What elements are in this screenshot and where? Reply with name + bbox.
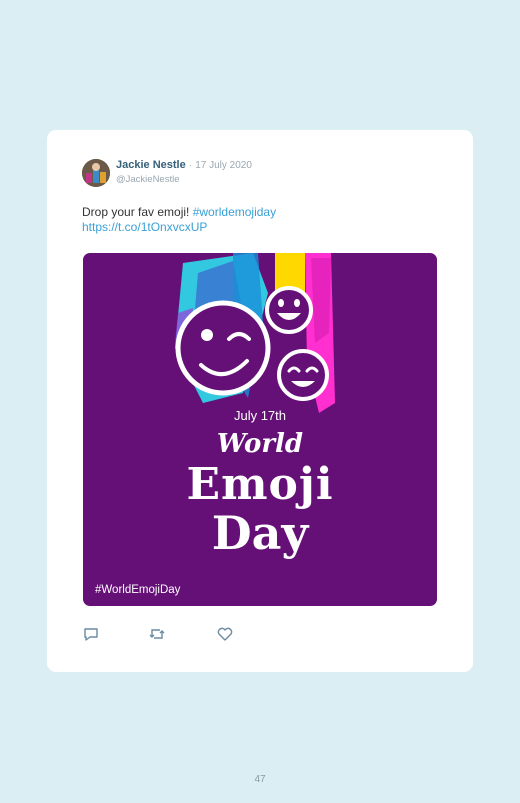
tweet-card: Jackie Nestle · 17 July 2020 @JackieNest…: [47, 130, 473, 672]
image-date-text: July 17th: [233, 408, 287, 423]
tweet-image[interactable]: July 17th World Emoji Day #WorldEmojiDay: [83, 253, 437, 606]
image-title-day: Day: [211, 506, 309, 560]
url-link[interactable]: https://t.co/1tOnxvcxUP: [82, 220, 442, 235]
like-icon[interactable]: [217, 626, 233, 642]
image-title-emoji: Emoji: [186, 459, 334, 510]
image-title-world: World: [216, 429, 304, 459]
separator: ·: [188, 160, 193, 171]
user-handle[interactable]: @JackieNestle: [116, 174, 180, 185]
image-hashtag: #WorldEmojiDay: [95, 584, 181, 596]
avatar[interactable]: [82, 159, 110, 187]
hashtag-link[interactable]: #worldemojiday: [193, 205, 276, 219]
page-number: 47: [254, 774, 266, 785]
tweet-body: Drop your fav emoji!: [82, 205, 193, 219]
tweet-actions: [83, 626, 283, 642]
retweet-icon[interactable]: [149, 626, 165, 642]
reply-icon[interactable]: [83, 626, 99, 642]
display-name[interactable]: Jackie Nestle: [116, 159, 186, 171]
tweet-text: Drop your fav emoji! #worldemojiday http…: [82, 205, 442, 235]
tweet-date[interactable]: 17 July 2020: [195, 160, 252, 171]
